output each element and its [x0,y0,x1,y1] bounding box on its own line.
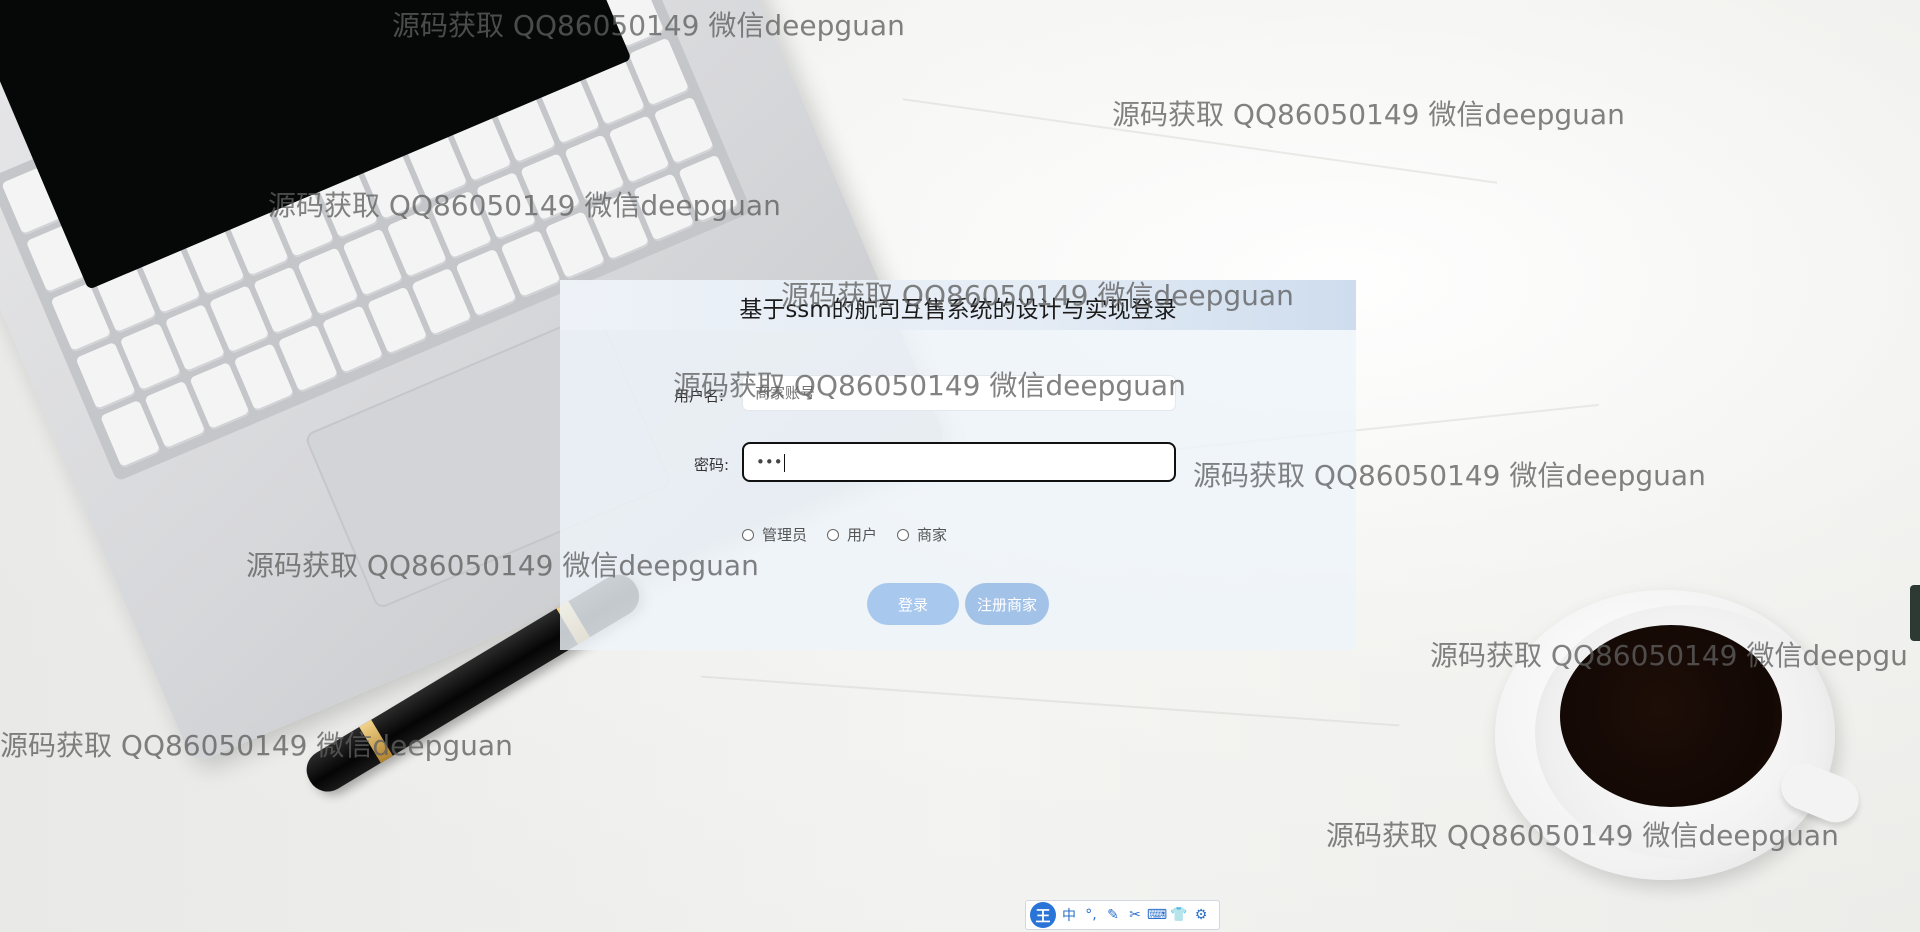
username-label: 用户名: [674,387,725,405]
ime-scissors-icon[interactable]: ✂ [1126,906,1144,924]
ime-chinese-mode-icon[interactable]: 中 [1060,906,1078,924]
radio-admin[interactable] [742,528,754,541]
password-value: ••• [756,453,783,471]
role-selector: 管理员 用户 商家 [742,524,947,545]
role-admin[interactable]: 管理员 [742,524,807,545]
ime-skin-icon[interactable]: 👕 [1170,906,1188,924]
login-header: 基于ssm的航司互售系统的设计与实现登录 [560,280,1356,330]
coffee-image [1560,625,1782,807]
register-merchant-button[interactable]: 注册商家 [965,583,1049,625]
ime-keyboard-icon[interactable]: ⌨ [1147,906,1167,924]
password-label: 密码: [694,456,730,474]
action-buttons: 登录 注册商家 [867,583,1049,625]
login-button[interactable]: 登录 [867,583,959,625]
password-input[interactable]: ••• [742,442,1176,482]
radio-user[interactable] [827,528,840,541]
ime-handwriting-icon[interactable]: ✎ [1104,906,1122,924]
ime-punctuation-icon[interactable]: °, [1082,906,1100,924]
radio-merchant[interactable] [897,528,910,541]
ime-logo-icon[interactable]: 王 [1030,902,1056,928]
ime-settings-icon[interactable]: ⚙ [1192,906,1210,924]
role-user[interactable]: 用户 [827,524,877,545]
password-row: 密码: ••• [560,442,1356,482]
text-cursor [783,453,785,472]
role-merchant[interactable]: 商家 [897,524,947,545]
login-panel: 基于ssm的航司互售系统的设计与实现登录 用户名: 密码: ••• 管理员 用户… [560,280,1356,650]
login-title: 基于ssm的航司互售系统的设计与实现登录 [739,297,1177,323]
username-row: 用户名: [560,375,1356,415]
right-edge-handle [1910,585,1920,641]
username-input[interactable] [742,375,1176,411]
ime-toolbar: 王 中 °, ✎ ✂ ⌨ 👕 ⚙ [1025,900,1220,930]
